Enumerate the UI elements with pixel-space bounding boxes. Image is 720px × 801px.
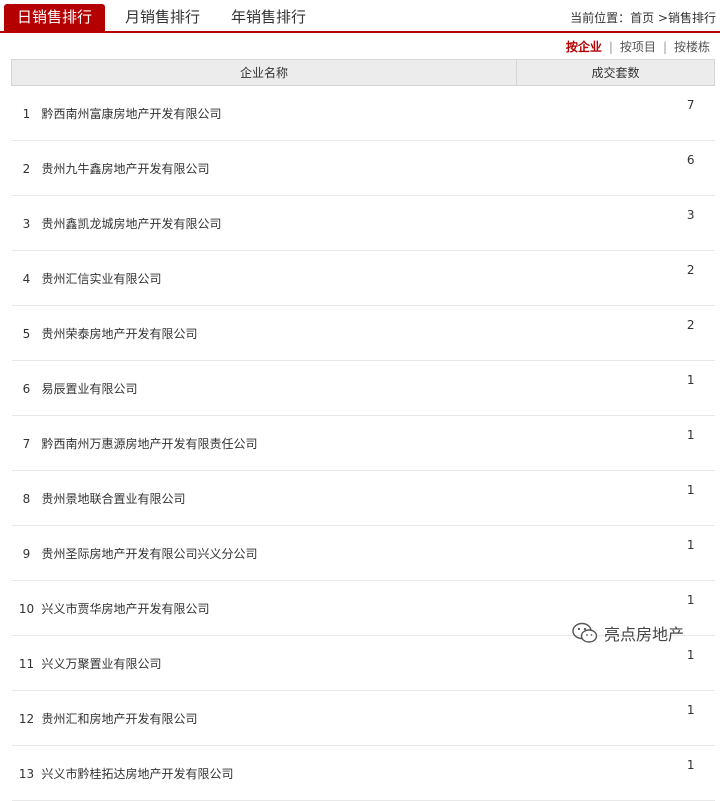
company-cell: 4 贵州汇信实业有限公司 (11, 250, 517, 306)
ranking-filter-bar: 按企业 | 按项目 | 按楼栋 (566, 38, 710, 55)
table-row: 12 贵州汇和房地产开发有限公司 1 (11, 690, 715, 746)
filter-by-building[interactable]: 按楼栋 (674, 40, 710, 54)
rank-number: 11 (18, 656, 35, 671)
table-row: 4 贵州汇信实业有限公司 2 (11, 250, 715, 306)
deal-count-cell: 3 (516, 195, 715, 251)
breadcrumb: 当前位置：首页 >销售排行 (570, 9, 716, 26)
company-name: 兴义市贾华房地产开发有限公司 (41, 601, 210, 616)
company-cell: 5 贵州荣泰房地产开发有限公司 (11, 305, 517, 361)
company-cell: 6 易辰置业有限公司 (11, 360, 517, 416)
company-name: 贵州汇和房地产开发有限公司 (41, 711, 198, 726)
filter-by-project[interactable]: 按项目 (620, 40, 656, 54)
company-name: 兴义万聚置业有限公司 (41, 656, 162, 671)
breadcrumb-prefix: 当前位置： (570, 11, 631, 25)
deal-count-cell: 1 (516, 745, 715, 801)
company-name: 贵州荣泰房地产开发有限公司 (41, 326, 198, 341)
deal-count-cell: 7 (516, 85, 715, 141)
company-name: 贵州景地联合置业有限公司 (41, 491, 186, 506)
company-name: 兴义市黔桂拓达房地产开发有限公司 (41, 766, 234, 781)
rank-number: 7 (22, 436, 31, 451)
rank-number: 5 (22, 326, 31, 341)
company-name: 黔西南州万惠源房地产开发有限责任公司 (41, 436, 258, 451)
company-name: 贵州圣际房地产开发有限公司兴义分公司 (41, 546, 258, 561)
column-header-deal-count: 成交套数 (516, 59, 715, 86)
rank-number: 12 (18, 711, 35, 726)
company-name: 贵州鑫凯龙城房地产开发有限公司 (41, 216, 222, 231)
table-row: 8 贵州景地联合置业有限公司 1 (11, 470, 715, 526)
rank-number: 6 (22, 381, 31, 396)
table-row: 9 贵州圣际房地产开发有限公司兴义分公司 1 (11, 525, 715, 581)
breadcrumb-current: 销售排行 (667, 11, 716, 25)
table-row: 13 兴义市黔桂拓达房地产开发有限公司 1 (11, 745, 715, 801)
table-row: 3 贵州鑫凯龙城房地产开发有限公司 3 (11, 195, 715, 251)
company-cell: 13 兴义市黔桂拓达房地产开发有限公司 (11, 745, 517, 801)
filter-separator: | (662, 40, 667, 54)
deal-count-cell: 1 (516, 470, 715, 526)
table-row: 6 易辰置业有限公司 1 (11, 360, 715, 416)
deal-count-cell: 2 (516, 250, 715, 306)
company-cell: 10 兴义市贾华房地产开发有限公司 (11, 580, 517, 636)
company-cell: 3 贵州鑫凯龙城房地产开发有限公司 (11, 195, 517, 251)
table-row: 7 黔西南州万惠源房地产开发有限责任公司 1 (11, 415, 715, 471)
deal-count-cell: 2 (516, 305, 715, 361)
sales-ranking-table: 企业名称 成交套数 1 黔西南州富康房地产开发有限公司 7 2 贵州九牛鑫房地产开发有限… (11, 59, 715, 801)
deal-count-cell: 1 (516, 690, 715, 746)
company-name: 黔西南州富康房地产开发有限公司 (41, 106, 222, 121)
rank-number: 9 (22, 546, 31, 561)
filter-by-company[interactable]: 按企业 (566, 40, 602, 54)
rank-number: 1 (22, 106, 31, 121)
deal-count-cell: 6 (516, 140, 715, 196)
tab-yearly-sales-ranking[interactable]: 年销售排行 (231, 4, 306, 33)
company-cell: 9 贵州圣际房地产开发有限公司兴义分公司 (11, 525, 517, 581)
table-row: 5 贵州荣泰房地产开发有限公司 2 (11, 305, 715, 361)
rank-number: 13 (18, 766, 35, 781)
company-cell: 2 贵州九牛鑫房地产开发有限公司 (11, 140, 517, 196)
tab-daily-sales-ranking[interactable]: 日销售排行 (4, 4, 105, 33)
rank-number: 3 (22, 216, 31, 231)
watermark: 亮点房地产 (572, 621, 684, 645)
watermark-text: 亮点房地产 (604, 625, 685, 644)
breadcrumb-separator: > (654, 11, 668, 25)
rank-number: 10 (18, 601, 35, 616)
deal-count-cell: 1 (516, 415, 715, 471)
company-cell: 12 贵州汇和房地产开发有限公司 (11, 690, 517, 746)
table-row: 2 贵州九牛鑫房地产开发有限公司 6 (11, 140, 715, 196)
company-cell: 11 兴义万聚置业有限公司 (11, 635, 517, 691)
column-header-company: 企业名称 (11, 59, 517, 86)
rank-number: 2 (22, 161, 31, 176)
wechat-icon (572, 622, 598, 643)
rank-number: 4 (22, 271, 31, 286)
breadcrumb-home-link[interactable]: 首页 (630, 11, 654, 25)
company-cell: 7 黔西南州万惠源房地产开发有限责任公司 (11, 415, 517, 471)
filter-separator: | (608, 40, 613, 54)
table-header-row: 企业名称 成交套数 (11, 59, 715, 86)
company-cell: 1 黔西南州富康房地产开发有限公司 (11, 85, 517, 141)
table-row: 1 黔西南州富康房地产开发有限公司 7 (11, 85, 715, 141)
deal-count-cell: 1 (516, 360, 715, 416)
company-name: 贵州九牛鑫房地产开发有限公司 (41, 161, 210, 176)
rank-number: 8 (22, 491, 31, 506)
deal-count-cell: 1 (516, 525, 715, 581)
tab-monthly-sales-ranking[interactable]: 月销售排行 (125, 4, 200, 33)
sales-ranking-tabbar: 日销售排行 月销售排行 年销售排行 当前位置：首页 >销售排行 (0, 0, 720, 33)
company-cell: 8 贵州景地联合置业有限公司 (11, 470, 517, 526)
company-name: 贵州汇信实业有限公司 (41, 271, 162, 286)
company-name: 易辰置业有限公司 (41, 381, 138, 396)
